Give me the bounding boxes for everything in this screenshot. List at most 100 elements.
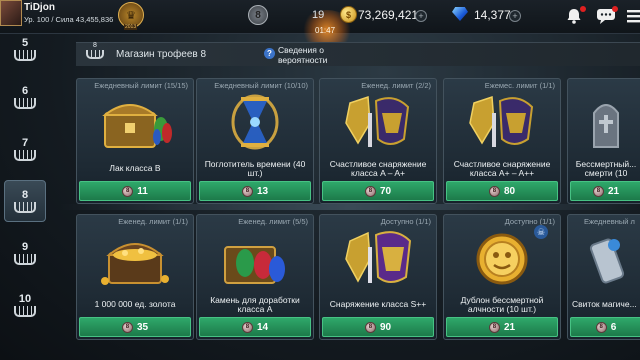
item-name: Снаряжение класса S++	[329, 299, 427, 310]
item-limit: Доступно (1/1)	[380, 217, 431, 226]
basket-icon	[14, 253, 36, 265]
buy-button[interactable]: 8 21	[446, 317, 558, 337]
item-price: 21	[503, 321, 516, 333]
shop-item-card[interactable]: Ежемес. лимит (1/1) Счастливое снаряжени…	[443, 78, 561, 204]
chat-notification-dot	[612, 6, 618, 12]
shop-tier-icon: 8	[84, 42, 106, 64]
tier-number: 6	[21, 84, 29, 97]
buy-button[interactable]: 8 70	[322, 181, 434, 201]
basket-icon	[14, 97, 36, 109]
item-name: Поглотитель времени (40 шт.)	[204, 158, 306, 178]
trophy-coin-icon: 8	[595, 321, 607, 333]
item-price: 21	[607, 185, 620, 197]
armor-set-icon	[345, 95, 410, 147]
item-name: Бессмертный... смерти (10	[575, 158, 637, 178]
trophy-badge-icon[interactable]: 8	[248, 5, 268, 25]
trophy-coin-icon: 8	[241, 321, 253, 333]
tier-number: 8	[21, 188, 29, 201]
item-name: Счастливое снаряжение класса A+ – A++	[453, 158, 551, 178]
bell-notification-dot	[580, 6, 586, 12]
buy-button[interactable]: 8 11	[79, 181, 191, 201]
buy-button[interactable]: 8 90	[322, 317, 434, 337]
item-price: 13	[256, 185, 269, 197]
shop-item-card[interactable]: Доступно (1/1) Снаряжение класса S++ 8 9…	[319, 214, 437, 340]
shop-item-card[interactable]: Ежедневный лимит (15/15) Лак класса B 8 …	[76, 78, 194, 204]
armor-set-icon	[345, 231, 412, 283]
player-level-power: Ур. 100 / Сила 43,455,836	[24, 15, 114, 24]
shop-item-card[interactable]: Ежедневный л Свиток магиче... 8 6	[567, 214, 640, 340]
menu-icon[interactable]	[622, 5, 640, 27]
tier-tab-10[interactable]: 10	[4, 284, 46, 326]
shop-item-card[interactable]: Еженед. лимит (5/5) Камень для доработки…	[196, 214, 314, 340]
item-limit: Доступно (1/1)	[504, 217, 555, 226]
trophy-coin-icon: 8	[241, 185, 253, 197]
item-price: 70	[379, 185, 392, 197]
basket-icon	[14, 305, 36, 317]
item-price: 6	[610, 321, 617, 333]
item-limit: Еженед. лимит (2/2)	[361, 81, 431, 90]
event-timer: 01:47	[315, 26, 336, 35]
tier-number: 10	[18, 292, 32, 305]
trophy-coin-icon: 8	[488, 185, 500, 197]
item-limit: Еженед. лимит (5/5)	[238, 217, 308, 226]
guild-tag: 2013	[124, 24, 138, 30]
add-gold-button[interactable]: +	[415, 10, 427, 22]
tier-number: 5	[21, 36, 29, 49]
tier-tab-9[interactable]: 9	[4, 232, 46, 274]
item-limit: Ежедневный лимит (10/10)	[214, 81, 308, 90]
buy-button[interactable]: 8 14	[199, 317, 311, 337]
buy-button[interactable]: 8 21	[570, 181, 640, 201]
buy-button[interactable]: 8 80	[446, 181, 558, 201]
shop-title: Магазин трофеев 8	[116, 49, 207, 60]
tier-tab-7[interactable]: 7	[4, 128, 46, 170]
shop-item-card[interactable]: Бессмертный... смерти (10 8 21	[567, 78, 640, 204]
shop-item-card[interactable]: Доступно (1/1) ☠ Дублон бессмертной алчн…	[443, 214, 561, 340]
trophy-count: 19	[312, 9, 325, 21]
item-name: Лак класса B	[109, 163, 161, 174]
item-name: Счастливое снаряжение класса A – A+	[329, 158, 427, 178]
item-name: Свиток магиче...	[572, 299, 637, 310]
shop-item-card[interactable]: Ежедневный лимит (10/10) Поглотитель вре…	[196, 78, 314, 204]
add-diamond-button[interactable]: +	[509, 10, 521, 22]
basket-icon	[14, 49, 36, 61]
tombstone-icon	[593, 104, 619, 148]
player-name: TiDjon	[24, 2, 55, 13]
item-limit: Ежедневный л	[584, 217, 635, 226]
diamond-amount: 14,377	[474, 8, 511, 22]
row-separator	[60, 204, 640, 210]
tier-tab-6[interactable]: 6	[4, 76, 46, 118]
item-price: 14	[256, 321, 269, 333]
item-price: 80	[503, 185, 516, 197]
enhancement-stone-icon	[224, 246, 285, 284]
trophy-coin-icon: 8	[592, 185, 604, 197]
basket-icon	[86, 50, 104, 59]
gold-coin-icon: $	[340, 6, 357, 23]
tier-number: 7	[21, 136, 29, 149]
item-limit: Еженед. лимит (1/1)	[118, 217, 188, 226]
probability-info-link[interactable]: Сведения о вероятности	[278, 45, 358, 65]
tier-tab-5[interactable]: 5	[4, 28, 46, 70]
shop-item-card[interactable]: Еженед. лимит (2/2) Счастливое снаряжени…	[319, 78, 437, 204]
item-name: Дублон бессмертной алчности (10 шт.)	[460, 294, 544, 314]
item-name: 1 000 000 ед. золота	[94, 299, 176, 310]
tier-tab-8[interactable]: 8	[4, 180, 46, 222]
buy-button[interactable]: 8 13	[199, 181, 311, 201]
item-price: 35	[136, 321, 149, 333]
doubloon-icon	[476, 233, 528, 285]
shop-tier-number: 8	[93, 42, 97, 49]
tier-number: 9	[21, 240, 29, 253]
basket-icon	[14, 201, 36, 213]
buy-button[interactable]: 8 35	[79, 317, 191, 337]
trophy-coin-icon: 8	[364, 321, 376, 333]
gold-chest-icon	[101, 243, 169, 285]
info-icon[interactable]: ?	[264, 48, 275, 59]
player-avatar[interactable]	[0, 0, 22, 26]
trophy-coin-icon: 8	[488, 321, 500, 333]
shop-item-card[interactable]: Еженед. лимит (1/1) 1 000 000 ед. золота…	[76, 214, 194, 340]
trophy-coin-icon: 8	[121, 321, 133, 333]
armor-set-icon	[469, 95, 534, 147]
item-limit: Ежедневный лимит (15/15)	[94, 81, 188, 90]
magic-scroll-icon	[589, 238, 625, 284]
basket-icon	[14, 149, 36, 161]
buy-button[interactable]: 8 6	[570, 317, 640, 337]
